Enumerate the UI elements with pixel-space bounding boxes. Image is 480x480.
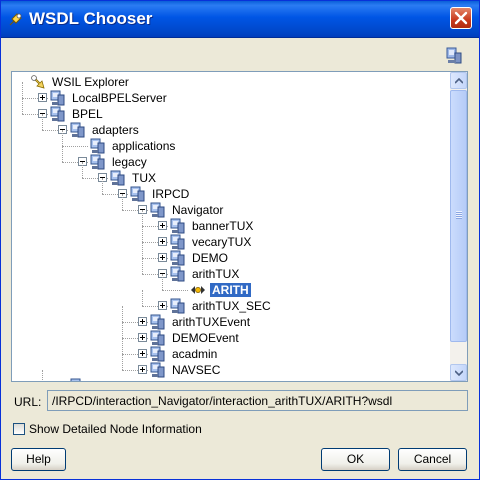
server-icon — [150, 346, 166, 362]
expand-toggle[interactable] — [138, 333, 147, 342]
tree-node[interactable]: LocalBPELServer — [38, 90, 442, 106]
url-label: URL: — [14, 395, 42, 409]
server-icon — [50, 90, 66, 106]
expand-toggle[interactable] — [158, 237, 167, 246]
title-bar[interactable]: WSDL Chooser — [1, 1, 479, 38]
expand-toggle[interactable] — [138, 365, 147, 374]
tree-node[interactable]: Navigator — [138, 202, 442, 218]
server-icon — [150, 330, 166, 346]
tree-node-label: WSIL Explorer — [52, 75, 129, 89]
scroll-down-button[interactable] — [450, 364, 467, 381]
tree-node-label: bannerTUX — [192, 219, 254, 233]
server-icon — [70, 378, 86, 381]
close-icon — [454, 11, 468, 25]
app-icon — [9, 13, 22, 26]
tree-node[interactable]: WSIL Explorer — [18, 74, 442, 90]
tree-node-label: arithTUXEvent — [172, 315, 251, 329]
tree-node[interactable]: NAVSEC — [138, 362, 442, 378]
tree-content[interactable]: WSIL Explorer LocalBPELServer BPEL adapters… — [12, 72, 450, 381]
help-button[interactable]: Help — [11, 448, 66, 471]
ok-button[interactable]: OK — [321, 448, 390, 471]
tree-node-label: IRPCD — [152, 187, 190, 201]
tree-node-label: NAVSEC — [172, 363, 221, 377]
server-icon — [170, 218, 186, 234]
show-details-checkbox[interactable] — [13, 423, 25, 435]
scroll-up-button[interactable] — [450, 72, 467, 89]
tree-node[interactable]: TUX — [98, 170, 442, 186]
tree-node-label: DEMOEvent — [172, 331, 239, 345]
url-field[interactable]: /IRPCD/interaction_Navigator/interaction… — [47, 390, 468, 411]
expand-toggle[interactable] — [138, 317, 147, 326]
tree-node-label: vecaryTUX — [192, 235, 252, 249]
expand-toggle[interactable] — [158, 301, 167, 310]
tree-node-label: Navigator — [172, 203, 224, 217]
chevron-up-icon — [455, 78, 463, 84]
scroll-thumb[interactable] — [450, 90, 467, 342]
server-icon — [110, 170, 126, 186]
server-icon — [170, 250, 186, 266]
tree-node-label: legacy — [112, 155, 147, 169]
server-icon — [50, 106, 66, 122]
tree-node-label: arithTUX — [192, 267, 240, 281]
server-icon — [150, 362, 166, 378]
tree-node[interactable]: ARITH — [178, 282, 442, 298]
tree-node[interactable]: DEMOEvent — [138, 330, 442, 346]
tree-node-label: applications — [112, 139, 176, 153]
tree-node-label: ARITH — [210, 283, 251, 297]
vertical-scrollbar[interactable] — [450, 72, 467, 381]
tree-node[interactable]: arithTUX_SEC — [158, 298, 442, 314]
expand-toggle[interactable] — [158, 253, 167, 262]
wsil-tree: WSIL Explorer LocalBPELServer BPEL adapters… — [11, 71, 468, 382]
server-icon — [170, 266, 186, 282]
server-icon — [150, 314, 166, 330]
tree-node[interactable]: IRPCD — [118, 186, 442, 202]
tree-node[interactable]: BPEL — [38, 106, 442, 122]
server-icon — [90, 154, 106, 170]
tree-node-label: acadmin — [172, 347, 218, 361]
tree-node[interactable]: arithTUX — [158, 266, 442, 282]
server-icon — [150, 202, 166, 218]
tree-node-label: adapters — [92, 123, 139, 137]
tree-node[interactable]: legacy — [78, 154, 442, 170]
refresh-server-icon[interactable] — [445, 47, 463, 65]
chevron-down-icon — [455, 370, 463, 376]
wsdl-operation-icon — [190, 282, 206, 298]
tree-node-label: processes — [90, 379, 149, 381]
server-icon — [170, 234, 186, 250]
server-icon — [130, 186, 146, 202]
tree-node-label: arithTUX_SEC — [192, 299, 271, 313]
expand-toggle[interactable] — [158, 221, 167, 230]
tree-node[interactable]: processes — [58, 378, 442, 381]
tree-node-label: LocalBPELServer — [72, 91, 167, 105]
window-title: WSDL Chooser — [29, 9, 153, 28]
tree-node[interactable]: bannerTUX — [158, 218, 442, 234]
tree-node[interactable]: vecaryTUX — [158, 234, 442, 250]
expand-toggle[interactable] — [138, 349, 147, 358]
wsdl-chooser-dialog: WSDL Chooser WSIL Explorer LocalBPELServe… — [0, 0, 480, 480]
server-icon — [70, 122, 86, 138]
cancel-button[interactable]: Cancel — [398, 448, 467, 471]
tree-node[interactable]: adapters — [58, 122, 442, 138]
wsil-explorer-icon — [30, 74, 46, 90]
tree-node-label: TUX — [132, 171, 156, 185]
close-button[interactable] — [450, 7, 472, 29]
tree-node[interactable]: arithTUXEvent — [138, 314, 442, 330]
show-details-label: Show Detailed Node Information — [29, 422, 202, 436]
server-icon — [90, 138, 106, 154]
tree-node-label: BPEL — [72, 107, 103, 121]
tree-node[interactable]: applications — [78, 138, 442, 154]
tree-node[interactable]: DEMO — [158, 250, 442, 266]
server-icon — [170, 298, 186, 314]
expand-toggle[interactable] — [38, 93, 47, 102]
tree-node[interactable]: acadmin — [138, 346, 442, 362]
tree-node-label: DEMO — [192, 251, 228, 265]
